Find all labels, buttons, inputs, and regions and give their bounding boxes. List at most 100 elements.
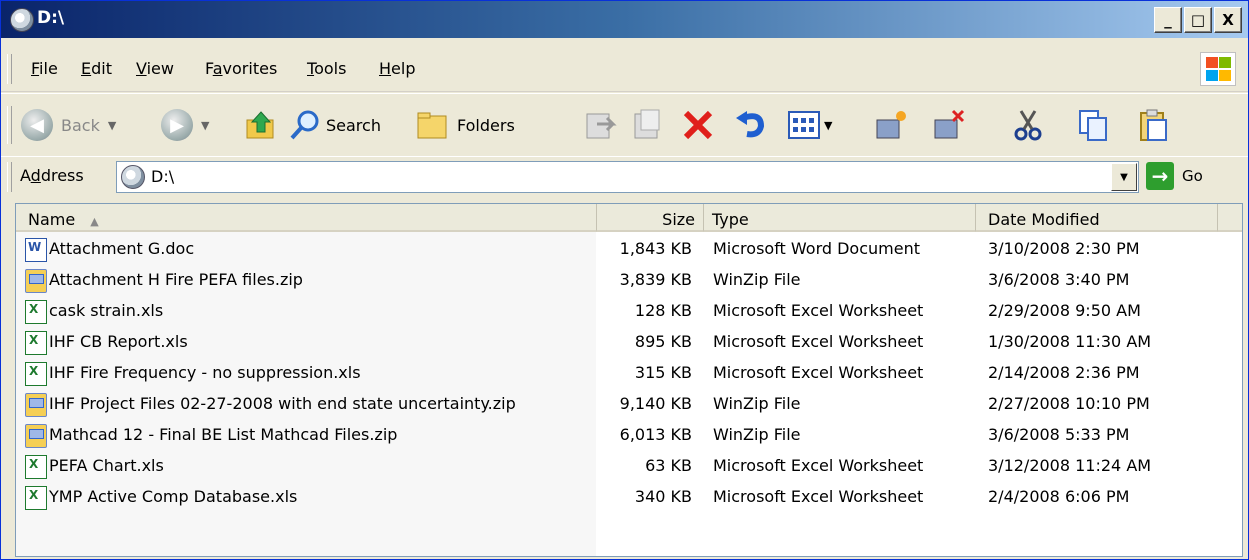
go-arrow-icon[interactable]: → [1146, 162, 1174, 190]
windows-logo-icon [1200, 52, 1236, 86]
views-button[interactable]: ▼ [787, 108, 832, 142]
address-bar: Address D:\ ▼ → Go [1, 156, 1248, 197]
file-date-modified: 3/12/2008 11:24 AM [988, 456, 1152, 475]
zip-file-icon [25, 393, 47, 417]
file-date-modified: 2/27/2008 10:10 PM [988, 394, 1150, 413]
back-label: Back [61, 115, 100, 135]
toolbar-grip[interactable] [7, 106, 12, 144]
file-date-modified: 2/14/2008 2:36 PM [988, 363, 1140, 382]
menu-grip[interactable] [7, 54, 12, 84]
map-drive-button[interactable] [873, 108, 907, 142]
undo-icon [736, 111, 765, 138]
file-size: 895 KB [634, 332, 692, 351]
excel-file-icon [25, 486, 47, 510]
menu-file[interactable]: File [31, 59, 58, 78]
file-type: Microsoft Excel Worksheet [713, 363, 924, 382]
address-dropdown-button[interactable]: ▼ [1111, 163, 1137, 191]
go-button[interactable]: Go [1182, 167, 1203, 185]
forward-dropdown-icon[interactable]: ▼ [201, 119, 209, 132]
menu-view[interactable]: View [136, 59, 174, 78]
menu-tools[interactable]: Tools [307, 59, 346, 78]
cut-button[interactable] [1011, 108, 1045, 142]
file-name: PEFA Chart.xls [49, 456, 164, 475]
delete-x-icon [683, 110, 713, 140]
standard-toolbar: ◀ Back ▼ ▶ ▼ Search Folders ▼ [1, 93, 1248, 157]
file-row[interactable]: IHF Project Files 02-27-2008 with end st… [16, 389, 1242, 420]
folders-icon [417, 112, 447, 139]
file-list[interactable]: Name ▲ Size Type Date Modified Attachmen… [15, 203, 1243, 557]
file-row[interactable]: IHF Fire Frequency - no suppression.xls 3… [16, 358, 1242, 389]
column-header-name-label: Name [28, 210, 76, 229]
address-input[interactable]: D:\ ▼ [116, 161, 1139, 193]
minimize-button[interactable]: _ [1154, 7, 1182, 33]
title-bar[interactable]: D:\ _ □ X [1, 1, 1248, 38]
file-size: 1,843 KB [619, 239, 692, 258]
delete-button[interactable] [681, 108, 715, 142]
menu-bar: File Edit View Favorites Tools Help [1, 47, 1248, 92]
file-name: Mathcad 12 - Final BE List Mathcad Files… [49, 425, 398, 444]
explorer-window: D:\ _ □ X File Edit View Favorites Tools… [0, 0, 1249, 560]
undo-button[interactable] [733, 108, 767, 142]
menu-help[interactable]: Help [379, 59, 415, 78]
file-name: Attachment H Fire PEFA files.zip [49, 270, 303, 289]
maximize-button[interactable]: □ [1184, 7, 1212, 33]
copy-to-button[interactable] [631, 108, 665, 142]
file-type: Microsoft Word Document [713, 239, 920, 258]
file-type: WinZip File [713, 270, 801, 289]
file-name: IHF Project Files 02-27-2008 with end st… [49, 394, 516, 413]
column-header-name[interactable]: Name ▲ [16, 204, 597, 232]
zip-file-icon [25, 269, 47, 293]
file-name: Attachment G.doc [49, 239, 195, 258]
file-date-modified: 2/29/2008 9:50 AM [988, 301, 1141, 320]
back-arrow-icon: ◀ [21, 109, 53, 141]
disconnect-drive-icon [934, 109, 965, 139]
column-header-type[interactable]: Type [704, 204, 976, 232]
zip-file-icon [25, 424, 47, 448]
forward-arrow-icon: ▶ [161, 109, 193, 141]
folders-button[interactable]: Folders [415, 108, 515, 142]
file-date-modified: 2/4/2008 6:06 PM [988, 487, 1130, 506]
views-dropdown-icon[interactable]: ▼ [824, 119, 832, 132]
paste-button[interactable] [1136, 108, 1170, 142]
file-row[interactable]: IHF CB Report.xls 895 KB Microsoft Excel W… [16, 327, 1242, 358]
excel-file-icon [25, 362, 47, 386]
file-type: Microsoft Excel Worksheet [713, 456, 924, 475]
file-row[interactable]: PEFA Chart.xls 63 KB Microsoft Excel Works… [16, 451, 1242, 482]
move-to-button[interactable] [583, 108, 617, 142]
file-name: IHF Fire Frequency - no suppression.xls [49, 363, 361, 382]
back-button[interactable]: ◀ Back ▼ [21, 108, 116, 142]
disconnect-drive-button[interactable] [931, 108, 965, 142]
file-size: 3,839 KB [619, 270, 692, 289]
file-row[interactable]: cask strain.xls 128 KB Microsoft Excel Wor… [16, 296, 1242, 327]
menu-edit[interactable]: Edit [81, 59, 112, 78]
up-folder-icon [246, 111, 274, 139]
copy-button[interactable] [1076, 108, 1110, 142]
up-folder-button[interactable] [244, 108, 278, 142]
column-header-date-modified[interactable]: Date Modified [976, 204, 1218, 232]
file-type: Microsoft Excel Worksheet [713, 332, 924, 351]
cd-drive-icon [10, 8, 34, 32]
file-row[interactable]: Mathcad 12 - Final BE List Mathcad Files… [16, 420, 1242, 451]
file-size: 128 KB [634, 301, 692, 320]
search-button[interactable]: Search [288, 108, 381, 142]
file-row[interactable]: YMP Active Comp Database.xls 340 KB Micros… [16, 482, 1242, 513]
address-grip[interactable] [7, 162, 12, 192]
file-name: YMP Active Comp Database.xls [49, 487, 298, 506]
excel-file-icon [25, 455, 47, 479]
close-button[interactable]: X [1214, 7, 1242, 33]
copy-icon [1079, 110, 1107, 141]
scissors-icon [1014, 110, 1042, 141]
file-size: 63 KB [645, 456, 692, 475]
menu-favorites[interactable]: Favorites [205, 59, 277, 78]
file-row[interactable]: Attachment H Fire PEFA files.zip 3,839 KB… [16, 265, 1242, 296]
paste-icon [1140, 109, 1167, 141]
cd-drive-icon [121, 165, 145, 189]
back-dropdown-icon[interactable]: ▼ [108, 119, 116, 132]
sort-ascending-icon: ▲ [90, 215, 99, 228]
forward-button[interactable]: ▶ ▼ [161, 108, 209, 142]
file-row[interactable]: Attachment G.doc 1,843 KB Microsoft Word D… [16, 234, 1242, 265]
file-size: 315 KB [634, 363, 692, 382]
file-type: Microsoft Excel Worksheet [713, 487, 924, 506]
excel-file-icon [25, 331, 47, 355]
column-header-size[interactable]: Size [597, 204, 704, 232]
